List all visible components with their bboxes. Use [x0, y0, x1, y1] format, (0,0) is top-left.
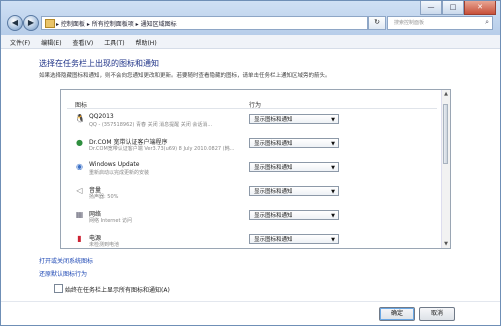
chevron-down-icon: ▼	[331, 213, 335, 219]
address-bar[interactable]: ▸ 控制面板 ▸ 所有控制面板项 ▸ 通知区域图标	[41, 16, 368, 30]
page-title: 选择在任务栏上出现的图标和通知	[39, 59, 159, 68]
item-name: QQ2013	[89, 113, 114, 120]
list-item: ▮ 电源 未检测到电池 显示图标和通知 ▼	[61, 232, 441, 248]
volume-icon: ◁	[76, 186, 83, 195]
behavior-dropdown[interactable]: 显示图标和通知 ▼	[249, 138, 339, 148]
power-icon: ▮	[77, 234, 82, 243]
toggle-system-icons-link[interactable]: 打开或关闭系统图标	[39, 256, 93, 265]
behavior-dropdown[interactable]: 显示图标和通知 ▼	[249, 162, 339, 172]
control-panel-icon	[45, 19, 55, 28]
list-item: 🐧 QQ2013 QQ - (357518962) 青春 关闭 消息提醒 关闭 …	[61, 112, 441, 134]
qq-icon: 🐧	[75, 114, 85, 123]
menu-tools[interactable]: 工具(T)	[104, 38, 124, 47]
show-all-icons-checkbox[interactable]	[54, 284, 63, 293]
menu-help[interactable]: 帮助(H)	[135, 38, 156, 47]
refresh-button[interactable]: ↻	[368, 16, 386, 30]
breadcrumb[interactable]: ▸ 控制面板 ▸ 所有控制面板项 ▸ 通知区域图标	[56, 19, 177, 28]
behavior-value: 显示图标和通知	[254, 213, 293, 219]
list-item: ◁ 音量 扬声器: 50% 显示图标和通知 ▼	[61, 184, 441, 206]
behavior-value: 显示图标和通知	[254, 165, 293, 171]
refresh-icon: ↻	[374, 18, 380, 26]
header-divider	[67, 108, 437, 109]
list-item: ▦ 网络 网络 Internet 访问 显示图标和通知 ▼	[61, 208, 441, 230]
back-button[interactable]: ◀	[7, 15, 23, 31]
ok-button[interactable]: 确定	[379, 307, 415, 321]
title-bar: — □ ✕ ◀ ▶ ▸ 控制面板 ▸ 所有控制面板项 ▸ 通知区域图标 ↻ 搜索…	[1, 1, 500, 35]
item-description: 网络 Internet 访问	[89, 218, 133, 224]
footer-divider	[1, 301, 500, 302]
forward-arrow-icon: ▶	[27, 18, 35, 27]
list-item: ● Dr.COM 宽带认证客户端程序 Dr.COM宽带认证客户端 Ver3.73…	[61, 136, 441, 158]
maximize-button[interactable]: □	[442, 1, 464, 15]
item-description: QQ - (357518962) 青春 关闭 消息提醒 关闭 会话消...	[89, 122, 213, 128]
scroll-up-icon[interactable]: ▲	[442, 90, 450, 98]
close-button[interactable]: ✕	[464, 1, 496, 15]
menu-bar: 文件(F) 编辑(E) 查看(V) 工具(T) 帮助(H)	[1, 35, 500, 49]
item-description: 重新启动以完成更新的安装	[89, 170, 150, 176]
restore-defaults-link[interactable]: 还原默认图标行为	[39, 269, 87, 278]
network-icon: ▦	[75, 210, 84, 219]
menu-view[interactable]: 查看(V)	[72, 38, 93, 47]
behavior-dropdown[interactable]: 显示图标和通知 ▼	[249, 210, 339, 220]
item-description: 未检测到电池	[89, 242, 120, 248]
search-input[interactable]: 搜索控制面板	[394, 19, 424, 26]
item-name: Windows Update	[89, 161, 140, 168]
chevron-down-icon: ▼	[331, 165, 335, 171]
chevron-down-icon: ▼	[331, 237, 335, 243]
behavior-value: 显示图标和通知	[254, 141, 293, 147]
behavior-dropdown[interactable]: 显示图标和通知 ▼	[249, 234, 339, 244]
window-controls: — □ ✕	[420, 1, 496, 15]
list-scrollbar[interactable]: ▲ ▼	[441, 90, 450, 248]
notification-icons-list[interactable]: 图标 行为 🐧 QQ2013 QQ - (357518962) 青春 关闭 消息…	[60, 89, 451, 249]
back-arrow-icon: ◀	[11, 18, 19, 27]
page-description: 如果选择隐藏图标和通知，则不会向您通知更改和更新。若要随时查看隐藏的图标，请单击…	[39, 73, 331, 79]
behavior-value: 显示图标和通知	[254, 237, 293, 243]
chevron-down-icon: ▼	[331, 117, 335, 123]
behavior-dropdown[interactable]: 显示图标和通知 ▼	[249, 114, 339, 124]
menu-edit[interactable]: 编辑(E)	[41, 38, 61, 47]
show-all-icons-label[interactable]: 始终在任务栏上显示所有图标和通知(A)	[65, 285, 170, 294]
search-icon: ⌕	[485, 18, 489, 26]
list-item: ◉ Windows Update 重新启动以完成更新的安装 显示图标和通知 ▼	[61, 160, 441, 182]
drcom-icon: ●	[76, 138, 83, 147]
minimize-button[interactable]: —	[420, 1, 442, 15]
item-description: Dr.COM宽带认证客户端 Ver3.73(u69) 8 July 2010.0…	[89, 146, 235, 152]
behavior-value: 显示图标和通知	[254, 117, 293, 123]
scrollbar-thumb[interactable]	[443, 104, 448, 164]
behavior-dropdown[interactable]: 显示图标和通知 ▼	[249, 186, 339, 196]
search-box[interactable]: 搜索控制面板 ⌕	[387, 16, 493, 30]
windows-update-icon: ◉	[76, 162, 83, 171]
behavior-value: 显示图标和通知	[254, 189, 293, 195]
cancel-button[interactable]: 取消	[419, 307, 455, 321]
chevron-down-icon: ▼	[331, 189, 335, 195]
scroll-down-icon[interactable]: ▼	[442, 240, 450, 248]
menu-file[interactable]: 文件(F)	[10, 38, 30, 47]
control-panel-window: — □ ✕ ◀ ▶ ▸ 控制面板 ▸ 所有控制面板项 ▸ 通知区域图标 ↻ 搜索…	[0, 0, 501, 326]
forward-button[interactable]: ▶	[23, 15, 39, 31]
item-description: 扬声器: 50%	[89, 194, 119, 200]
chevron-down-icon: ▼	[331, 141, 335, 147]
